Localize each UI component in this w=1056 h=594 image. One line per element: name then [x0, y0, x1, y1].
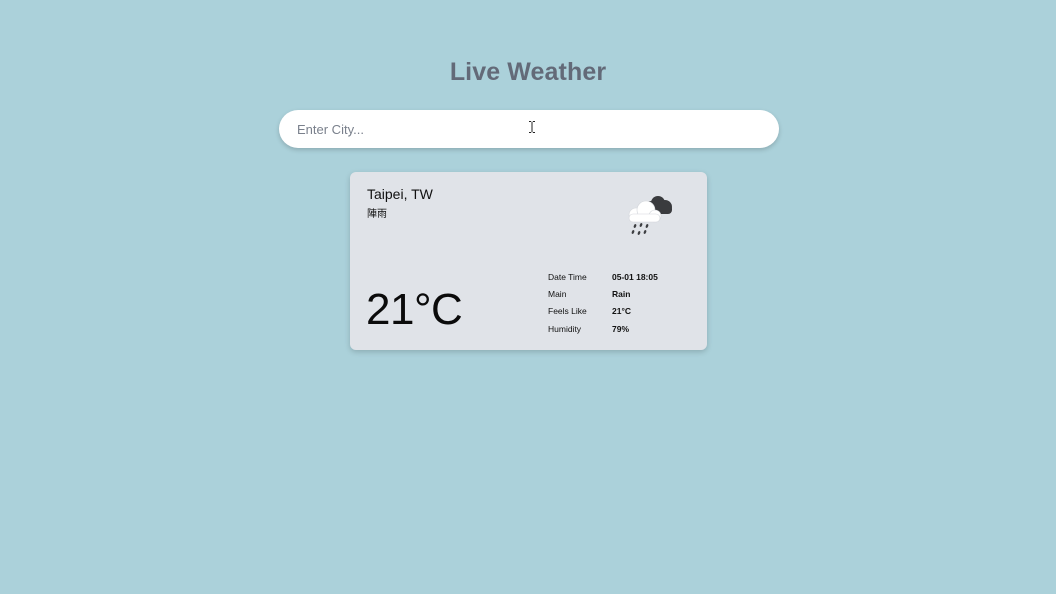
city-name: Taipei, TW — [367, 186, 433, 202]
detail-label: Main — [548, 288, 567, 299]
page-title: Live Weather — [449, 58, 607, 86]
detail-label: Date Time — [548, 271, 587, 282]
detail-value: 21°C — [612, 306, 631, 317]
detail-row-humidity: Humidity 79% — [548, 320, 658, 337]
detail-row-main: Main Rain — [548, 285, 658, 302]
detail-row-datetime: Date Time 05-01 18:05 — [548, 268, 658, 285]
weather-card: Taipei, TW 陣雨 21°C Date Time 05-01 18:05… — [350, 172, 707, 350]
detail-row-feels-like: Feels Like 21°C — [548, 303, 658, 320]
detail-label: Humidity — [548, 323, 582, 334]
detail-value: 05-01 18:05 — [612, 271, 658, 282]
weather-details: Date Time 05-01 18:05 Main Rain Feels Li… — [548, 268, 658, 337]
temperature: 21°C — [366, 285, 463, 334]
rain-cloud-icon — [628, 196, 672, 235]
detail-value: Rain — [612, 288, 631, 299]
page: Live Weather Taipei, TW 陣雨 — [0, 0, 1056, 594]
weather-description: 陣雨 — [367, 209, 387, 220]
detail-value: 79% — [612, 323, 630, 334]
text-cursor-icon — [529, 121, 535, 133]
detail-label: Feels Like — [548, 306, 587, 317]
